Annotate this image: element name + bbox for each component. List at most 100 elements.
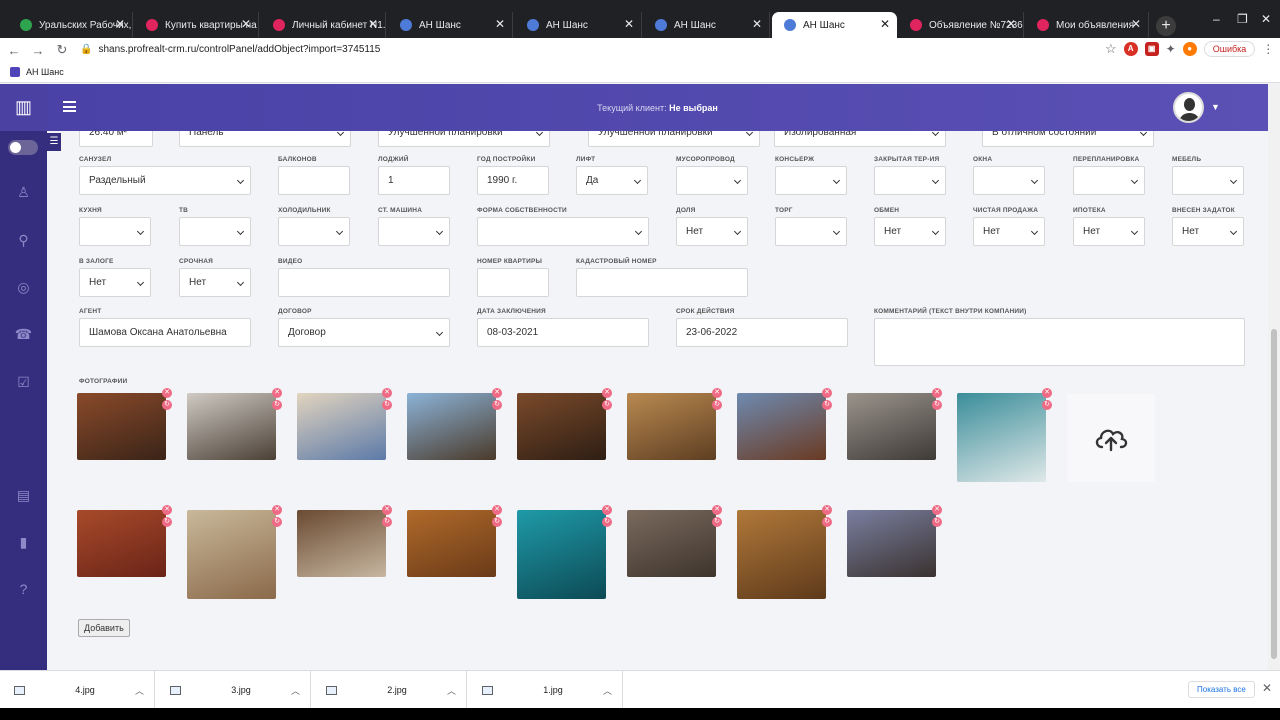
delete-photo-icon[interactable]: ✕ bbox=[822, 388, 832, 398]
delete-photo-icon[interactable]: ✕ bbox=[272, 388, 282, 398]
download-item[interactable]: 2.jpg ︿ bbox=[312, 671, 467, 709]
select-dropdown[interactable]: Нет bbox=[874, 217, 946, 246]
delete-photo-icon[interactable]: ✕ bbox=[932, 505, 942, 515]
chevron-up-icon[interactable]: ︿ bbox=[447, 684, 456, 697]
property-photo[interactable]: ✕ ↻ bbox=[517, 505, 612, 599]
select-dropdown[interactable] bbox=[1172, 166, 1244, 195]
rotate-photo-icon[interactable]: ↻ bbox=[492, 517, 502, 527]
tasks-icon[interactable]: ☑ bbox=[0, 374, 47, 391]
support-icon[interactable]: ☎ bbox=[0, 326, 47, 343]
text-input[interactable] bbox=[278, 268, 450, 297]
select-dropdown[interactable]: Нет bbox=[179, 268, 251, 297]
property-photo[interactable]: ✕ ↻ bbox=[407, 388, 502, 460]
rotate-photo-icon[interactable]: ↻ bbox=[272, 517, 282, 527]
text-input[interactable] bbox=[477, 268, 549, 297]
download-item[interactable]: 4.jpg ︿ bbox=[0, 671, 155, 709]
chevron-up-icon[interactable]: ︿ bbox=[291, 684, 300, 697]
rotate-photo-icon[interactable]: ↻ bbox=[602, 517, 612, 527]
select-dropdown[interactable]: Нет bbox=[676, 217, 748, 246]
property-photo[interactable]: ✕ ↻ bbox=[407, 505, 502, 577]
rotate-photo-icon[interactable]: ↻ bbox=[712, 400, 722, 410]
property-photo[interactable]: ✕ ↻ bbox=[627, 505, 722, 577]
property-photo[interactable]: ✕ ↻ bbox=[517, 388, 612, 460]
chevron-up-icon[interactable]: ︿ bbox=[135, 684, 144, 697]
property-photo[interactable]: ✕ ↻ bbox=[847, 388, 942, 460]
delete-photo-icon[interactable]: ✕ bbox=[272, 505, 282, 515]
text-input[interactable]: 26.40 м² bbox=[79, 131, 153, 147]
select-dropdown[interactable]: Панель bbox=[179, 131, 351, 147]
close-tab-icon[interactable]: ✕ bbox=[368, 17, 378, 31]
select-dropdown[interactable] bbox=[79, 217, 151, 246]
delete-photo-icon[interactable]: ✕ bbox=[602, 505, 612, 515]
delete-photo-icon[interactable]: ✕ bbox=[382, 505, 392, 515]
extensions-puzzle-icon[interactable]: ✦ bbox=[1166, 42, 1176, 56]
delete-photo-icon[interactable]: ✕ bbox=[712, 505, 722, 515]
select-dropdown[interactable]: Нет bbox=[1172, 217, 1244, 246]
maximize-icon[interactable]: ❐ bbox=[1237, 12, 1248, 26]
rotate-photo-icon[interactable]: ↻ bbox=[932, 517, 942, 527]
close-tab-icon[interactable]: ✕ bbox=[752, 17, 762, 31]
select-dropdown[interactable] bbox=[775, 217, 847, 246]
property-photo[interactable]: ✕ ↻ bbox=[737, 505, 832, 599]
select-dropdown[interactable]: Раздельный bbox=[79, 166, 251, 195]
browser-tab[interactable]: АН Шанс ✕ bbox=[772, 12, 897, 38]
rotate-photo-icon[interactable]: ↻ bbox=[492, 400, 502, 410]
add-button[interactable]: Добавить bbox=[78, 619, 130, 637]
bookmark-item[interactable]: АН Шанс bbox=[26, 67, 64, 77]
property-photo[interactable]: ✕ ↻ bbox=[957, 388, 1052, 482]
select-dropdown[interactable] bbox=[874, 166, 946, 195]
comment-textarea[interactable] bbox=[874, 318, 1245, 366]
text-input[interactable] bbox=[576, 268, 748, 297]
close-window-icon[interactable]: ✕ bbox=[1261, 12, 1271, 26]
select-dropdown[interactable]: Изолированная bbox=[774, 131, 946, 147]
new-tab-button[interactable]: + bbox=[1156, 16, 1176, 36]
property-photo[interactable]: ✕ ↻ bbox=[77, 388, 172, 460]
close-tab-icon[interactable]: ✕ bbox=[624, 17, 634, 31]
delete-photo-icon[interactable]: ✕ bbox=[1042, 388, 1052, 398]
error-button[interactable]: Ошибка bbox=[1203, 41, 1256, 57]
cards-icon[interactable]: ▤ bbox=[0, 487, 47, 504]
property-photo[interactable]: ✕ ↻ bbox=[737, 388, 832, 460]
browser-tab[interactable]: Личный кабинет N1.RU✕ bbox=[261, 12, 386, 38]
stats-icon[interactable]: ▮ bbox=[0, 534, 47, 551]
adblock-icon[interactable]: A bbox=[1123, 42, 1138, 56]
browser-tab[interactable]: Объявление №723663✕ bbox=[898, 12, 1024, 38]
url-field[interactable]: 🔒 shans.profrealt-crm.ru/controlPanel/add… bbox=[80, 41, 1130, 59]
rotate-photo-icon[interactable]: ↻ bbox=[822, 400, 832, 410]
select-dropdown[interactable] bbox=[1073, 166, 1145, 195]
user-avatar[interactable] bbox=[1173, 92, 1204, 123]
property-photo[interactable]: ✕ ↻ bbox=[187, 505, 282, 599]
select-dropdown[interactable]: Нет bbox=[79, 268, 151, 297]
help-icon[interactable]: ? bbox=[0, 581, 47, 597]
delete-photo-icon[interactable]: ✕ bbox=[822, 505, 832, 515]
extension-red-icon[interactable]: ▣ bbox=[1144, 42, 1159, 56]
rotate-photo-icon[interactable]: ↻ bbox=[602, 400, 612, 410]
property-photo[interactable]: ✕ ↻ bbox=[297, 388, 392, 460]
rotate-photo-icon[interactable]: ↻ bbox=[1042, 400, 1052, 410]
rotate-photo-icon[interactable]: ↻ bbox=[162, 400, 172, 410]
select-dropdown[interactable] bbox=[775, 166, 847, 195]
rotate-photo-icon[interactable]: ↻ bbox=[272, 400, 282, 410]
close-tab-icon[interactable]: ✕ bbox=[880, 17, 890, 31]
text-input[interactable]: Шамова Оксана Анатольевна bbox=[79, 318, 251, 347]
select-dropdown[interactable]: Договор bbox=[278, 318, 450, 347]
browser-tab[interactable]: Мои объявления ✕ bbox=[1025, 12, 1149, 38]
delete-photo-icon[interactable]: ✕ bbox=[492, 505, 502, 515]
page-scrollbar[interactable] bbox=[1268, 84, 1280, 670]
delete-photo-icon[interactable]: ✕ bbox=[162, 388, 172, 398]
browser-tab[interactable]: АН Шанс ✕ bbox=[388, 12, 513, 38]
close-tab-icon[interactable]: ✕ bbox=[1131, 17, 1141, 31]
property-photo[interactable]: ✕ ↻ bbox=[627, 388, 722, 460]
select-dropdown[interactable]: Нет bbox=[973, 217, 1045, 246]
minimize-icon[interactable]: – bbox=[1213, 12, 1220, 26]
delete-photo-icon[interactable]: ✕ bbox=[602, 388, 612, 398]
select-dropdown[interactable] bbox=[973, 166, 1045, 195]
browser-tab[interactable]: АН Шанс ✕ bbox=[515, 12, 642, 38]
download-item[interactable]: 1.jpg ︿ bbox=[468, 671, 623, 709]
property-photo[interactable]: ✕ ↻ bbox=[297, 505, 392, 577]
reload-icon[interactable]: ↻ bbox=[52, 42, 72, 58]
delete-photo-icon[interactable]: ✕ bbox=[492, 388, 502, 398]
search-icon[interactable]: ⚲ bbox=[0, 232, 47, 249]
browser-tab[interactable]: Купить квартиры на вт...✕ bbox=[134, 12, 259, 38]
delete-photo-icon[interactable]: ✕ bbox=[712, 388, 722, 398]
